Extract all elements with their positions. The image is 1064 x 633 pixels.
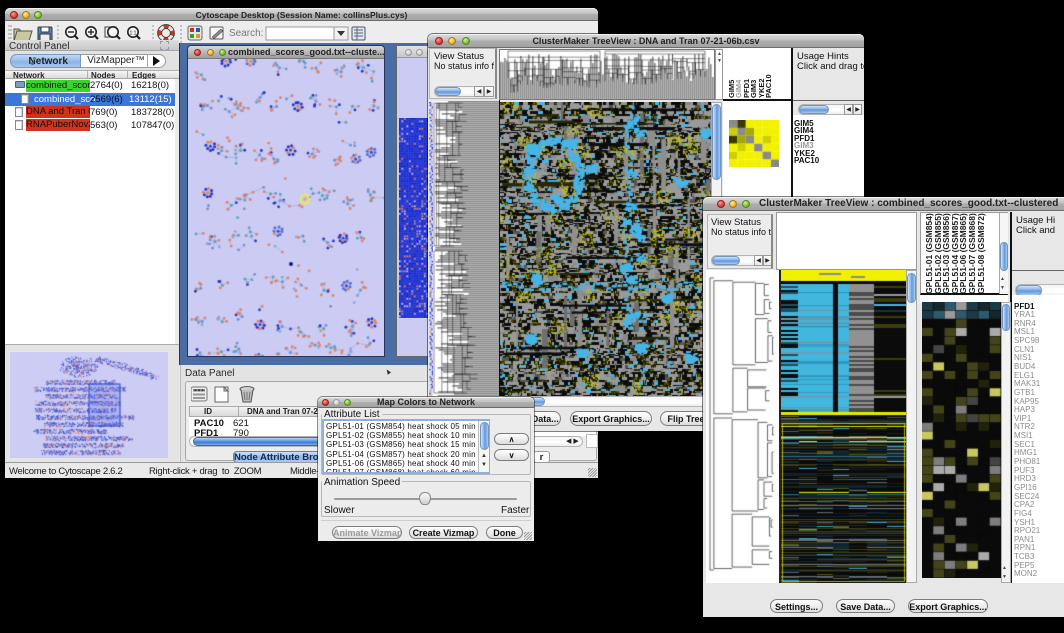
svg-text:1:1: 1:1 — [130, 31, 137, 37]
svg-text:Search:: Search: — [229, 28, 263, 39]
